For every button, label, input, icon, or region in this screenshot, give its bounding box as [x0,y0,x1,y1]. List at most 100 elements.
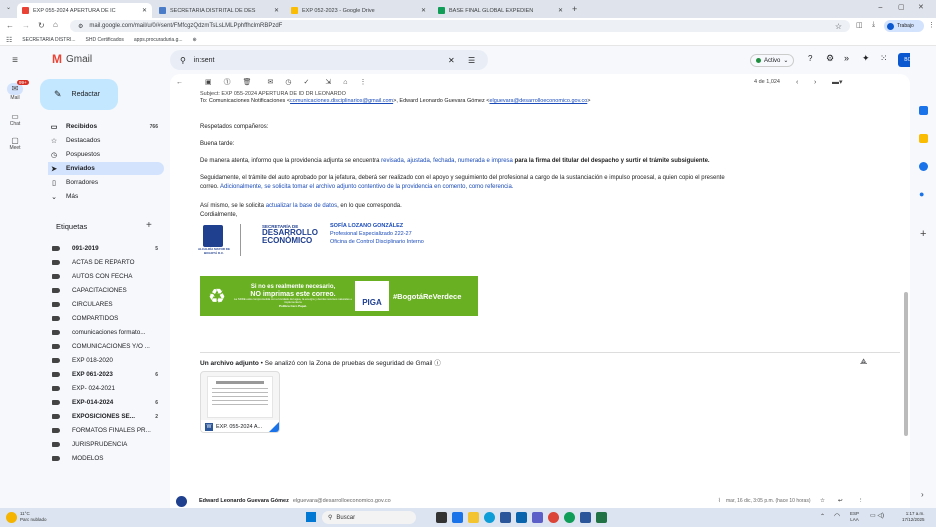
nav-starred[interactable]: ☆ Destacados [48,134,164,147]
settings-icon[interactable]: ⚙ [826,53,834,64]
chrome-icon[interactable] [548,512,559,523]
nav-snoozed[interactable]: ◷ Pospuestos [48,148,164,161]
next-message-row[interactable]: Edward Leonardo Guevara Gómez elguevara@… [170,494,910,508]
url-field[interactable]: ⚙ mail.google.com/mail/u/0/#sent/FMfcgzQ… [70,20,850,32]
label-icon[interactable]: ⌂ [343,79,347,86]
store-icon[interactable] [500,512,511,523]
to-email-link[interactable]: comunicaciones.disciplinarios@gmail.com [290,98,393,104]
label-item[interactable]: MODELOS [52,452,162,465]
clear-search-icon[interactable]: ✕ [448,56,455,65]
browser-menu-icon[interactable]: ⋮ [928,21,935,29]
label-item[interactable]: COMPARTIDOS [52,312,162,325]
download-icon[interactable]: ⤓ [872,21,875,29]
compose-button[interactable]: ✎ Redactar [40,79,118,110]
wifi-icon[interactable]: ◠ [834,512,840,520]
label-item[interactable]: AUTOS CON FECHA [52,270,162,283]
snooze-icon[interactable]: ◷ [285,78,291,86]
add-task-icon[interactable]: ✓ [304,78,310,86]
clock[interactable]: 1:17 a.m. 17/12/2025 [902,511,925,522]
label-item[interactable]: EXP-014-2024 6 [52,396,162,409]
back-icon[interactable]: ← [6,21,14,30]
bookmark-star-icon[interactable]: ☆ [835,22,842,31]
status-chip[interactable]: Activo ⌄ [750,54,795,67]
label-item[interactable]: comunicaciones formato... [52,326,162,339]
search-input[interactable]: in:sent [194,57,215,64]
add-label-button[interactable]: + [146,220,152,231]
close-tab-icon[interactable]: ✕ [554,7,563,14]
forward-icon[interactable]: → [22,21,30,30]
volume-icon[interactable]: ▭ ◁) [870,512,884,519]
close-tab-icon[interactable]: ✕ [270,7,279,14]
site-info-icon[interactable]: ⚙ [78,23,83,30]
chrome-profile-icon[interactable] [564,512,575,523]
label-item[interactable]: COMUNICACIONES Y/O ... [52,340,162,353]
bookmark-item[interactable]: apps.procuraduria.g... [134,37,183,43]
tasks-icon[interactable] [919,162,928,171]
label-item[interactable]: CAPACITACIONES [52,284,162,297]
mark-unread-icon[interactable]: ✉ [268,78,274,86]
word-icon[interactable] [580,512,591,523]
nav-drafts[interactable]: ▯ Borradores [48,176,164,189]
bookmark-item[interactable]: SECRETARIA DISTRI... [22,37,75,43]
label-item[interactable]: FORMATOS FINALES PR... [52,424,162,437]
label-item[interactable]: ACTAS DE REPARTO [52,256,162,269]
close-tab-icon[interactable]: ✕ [138,7,147,14]
tab-secretaria[interactable]: SECRETARIA DISTRITAL DE DES ✕ [154,3,284,18]
more-options-icon[interactable]: ⋮ [858,498,864,504]
next-page-icon[interactable]: › [814,79,816,86]
label-item[interactable]: 091-2019 5 [52,242,162,255]
minimize-button[interactable]: − [878,3,883,12]
rail-mail[interactable]: ✉ 99+ Mail [0,80,30,101]
app-icon[interactable] [452,512,463,523]
add-to-drive-icon[interactable]: ⟁ [860,357,867,367]
report-spam-icon[interactable]: ⓵ [224,77,231,87]
more-options-icon[interactable]: ⋮ [359,78,366,86]
prev-page-icon[interactable]: ‹ [796,79,798,86]
to-email-link[interactable]: elguevara@desarrolloeconomico.gov.co [489,98,587,104]
rail-chat[interactable]: ▭ Chat [0,112,30,127]
close-window-button[interactable]: ✕ [918,3,924,11]
help-icon[interactable]: ? [808,54,812,63]
label-item[interactable]: CIRCULARES [52,298,162,311]
scrollbar-thumb[interactable] [904,292,908,436]
move-to-icon[interactable]: ⇲ [325,78,331,86]
outlook-icon[interactable] [516,512,527,523]
tab-gmail[interactable]: EXP 055-2024 APERTURA DE IC ✕ [17,3,152,18]
home-icon[interactable]: ⌂ [53,20,58,29]
profile-chip[interactable]: Trabajo [884,20,924,32]
file-explorer-icon[interactable] [468,512,479,523]
nav-inbox[interactable]: ▭ Recibidos 766 [48,120,164,133]
excel-icon[interactable] [596,512,607,523]
expand-panel-icon[interactable]: › [921,490,924,499]
star-icon[interactable]: ☆ [820,498,825,504]
language-indicator[interactable]: ESP LAA [850,511,859,522]
task-view-icon[interactable] [436,512,447,523]
gmail-logo[interactable]: M Gmail [52,52,92,66]
weather-widget[interactable]: 11°C Parc nublado [20,511,47,522]
tray-chevron-icon[interactable]: ⌃ [820,513,825,520]
edge-icon[interactable] [484,512,495,523]
apps-icon[interactable]: ☷ [6,36,12,44]
globe-icon[interactable]: ⊕ [193,37,197,43]
main-menu-icon[interactable]: ≡ [0,55,30,66]
windows-start-icon[interactable] [306,512,316,522]
tab-sheets[interactable]: BASE FINAL GLOBAL EXPEDIEN ✕ [433,3,568,18]
reply-icon[interactable]: ↩ [838,498,843,504]
new-tab-button[interactable]: + [572,4,577,14]
restore-button[interactable]: ▢ [898,3,905,11]
tab-drive[interactable]: EXP 052-2023 - Google Drive ✕ [286,3,431,18]
nav-more[interactable]: ⌄ Más [48,190,164,203]
attachment-card[interactable]: W EXP. 055-2024 A... [200,371,280,433]
search-bar[interactable]: ⚲ in:sent ✕ ☰ [170,50,488,70]
info-icon[interactable]: ⓘ [434,360,441,367]
contacts-icon[interactable]: ● [919,190,928,199]
view-toggle-icon[interactable]: ▬▾ [832,78,843,86]
search-options-icon[interactable]: ☰ [468,56,475,65]
close-tab-icon[interactable]: ✕ [417,7,426,14]
rail-meet[interactable]: ▢ Meet [0,136,30,151]
label-item[interactable]: EXP- 024-2021 [52,382,162,395]
label-item[interactable]: EXPOSICIONES SE... 2 [52,410,162,423]
label-item[interactable]: EXP 018-2020 [52,354,162,367]
archive-icon[interactable]: ▣ [205,78,212,86]
label-item[interactable]: JURISPRUDENCIA [52,438,162,451]
